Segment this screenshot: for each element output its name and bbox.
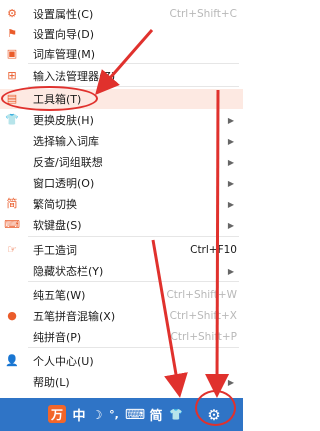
submenu-arrow-icon: ▶ — [227, 178, 234, 188]
simplified-toggle[interactable]: 简 — [148, 405, 164, 424]
menu-item-label: 输入法管理器(Z) — [33, 70, 116, 83]
menu-item[interactable]: 纯五笔(W) Ctrl+Shift+W — [0, 285, 243, 305]
submenu-arrow-icon: ▶ — [227, 136, 234, 146]
menu-item-label: 个人中心(U) — [33, 355, 94, 368]
menu-item-label: 设置向导(D) — [33, 28, 95, 41]
keyboard-icon[interactable]: ⌨ — [125, 405, 145, 424]
menu-item-label: 设置属性(C) — [33, 8, 94, 21]
menu-item-label: 隐藏状态栏(Y) — [33, 265, 104, 278]
submenu-arrow-icon: ▶ — [227, 377, 234, 387]
menu-item-shortcut: Ctrl+Shift+C — [169, 8, 237, 20]
menu-item[interactable]: 👤 个人中心(U) — [0, 351, 243, 371]
menu-item-shortcut: Ctrl+Shift+P — [170, 331, 237, 343]
person-icon: 👤 — [5, 354, 19, 367]
menu-item[interactable]: ⚙ 设置属性(C) Ctrl+Shift+C — [0, 4, 243, 24]
shirt-icon: 👕 — [5, 113, 19, 126]
dictionary-icon: ▣ — [6, 47, 18, 60]
gear-icon: ⚙ — [7, 7, 17, 20]
menu-item[interactable]: 隐藏状态栏(Y) ▶ — [0, 261, 243, 281]
hand-icon: ☞ — [7, 243, 17, 256]
menu-item-label: 纯五笔(W) — [33, 289, 86, 302]
menu-item[interactable]: ⌨ 软键盘(S) ▶ — [0, 215, 243, 235]
menu-item-shortcut: Ctrl+Shift+X — [169, 310, 237, 322]
menu-item-label: 更换皮肤(H) — [33, 114, 94, 127]
menu-item-shortcut: Ctrl+Shift+W — [166, 289, 237, 301]
annotation-circle-toolbox — [1, 86, 98, 111]
keyboard-icon: ⌨ — [4, 218, 20, 231]
simplified-icon: 简 — [6, 197, 18, 210]
punctuation-toggle[interactable]: °, — [106, 405, 122, 424]
menu-item-label: 手工造词 — [33, 244, 77, 257]
annotation-circle-gear — [195, 390, 236, 426]
menu-item[interactable]: 选择输入词库 ▶ — [0, 131, 243, 151]
menu-item[interactable]: ▣ 词库管理(M) — [0, 44, 243, 64]
menu-item-label: 帮助(L) — [33, 376, 70, 389]
submenu-arrow-icon: ▶ — [227, 115, 234, 125]
menu-item[interactable]: ☞ 手工造词 Ctrl+F10 — [0, 240, 243, 260]
menu-item[interactable]: 👕 更换皮肤(H) ▶ — [0, 110, 243, 130]
menu-item-label: 纯拼音(P) — [33, 331, 82, 344]
menu-item[interactable]: ● 五笔拼音混输(X) Ctrl+Shift+X — [0, 306, 243, 326]
menu-separator — [28, 236, 239, 237]
moon-icon[interactable]: ☽ — [90, 405, 104, 424]
menu-item[interactable]: 窗口透明(O) ▶ — [0, 173, 243, 193]
menu-item[interactable]: 纯拼音(P) Ctrl+Shift+P — [0, 327, 243, 347]
menu-item-label: 选择输入词库 — [33, 135, 99, 148]
menu-item-label: 反查/词组联想 — [33, 156, 103, 169]
menu-item-label: 五笔拼音混输(X) — [33, 310, 116, 323]
menu-item-label: 软键盘(S) — [33, 219, 82, 232]
menu-item-label: 词库管理(M) — [33, 48, 96, 61]
menu-separator — [28, 347, 239, 348]
menu-item-shortcut: Ctrl+F10 — [190, 244, 237, 256]
chinese-mode-toggle[interactable]: 中 — [71, 405, 87, 424]
submenu-arrow-icon: ▶ — [227, 220, 234, 230]
submenu-arrow-icon: ▶ — [227, 157, 234, 167]
menu-item[interactable]: 帮助(L) ▶ — [0, 372, 243, 392]
ime-logo-icon[interactable]: 万 — [48, 405, 66, 423]
submenu-arrow-icon: ▶ — [227, 199, 234, 209]
menu-item[interactable]: ⚑ 设置向导(D) — [0, 24, 243, 44]
menu-separator — [28, 281, 239, 282]
menu-item[interactable]: 反查/词组联想 ▶ — [0, 152, 243, 172]
submenu-arrow-icon: ▶ — [227, 266, 234, 276]
radio-dot-icon: ● — [7, 309, 17, 322]
context-menu: ⚙ 设置属性(C) Ctrl+Shift+C ⚑ 设置向导(D) ▣ 词库管理(M) ⊞ 输入法… — [0, 0, 243, 398]
flag-icon: ⚑ — [7, 27, 17, 40]
menu-item-label: 繁简切换 — [33, 198, 77, 211]
menu-item-label: 窗口透明(O) — [33, 177, 95, 190]
menu-item[interactable]: ⊞ 输入法管理器(Z) — [0, 66, 243, 86]
menu-item[interactable]: 简 繁简切换 ▶ — [0, 194, 243, 214]
skin-shirt-icon[interactable]: 👕 — [168, 405, 184, 424]
input-manager-icon: ⊞ — [7, 69, 17, 82]
